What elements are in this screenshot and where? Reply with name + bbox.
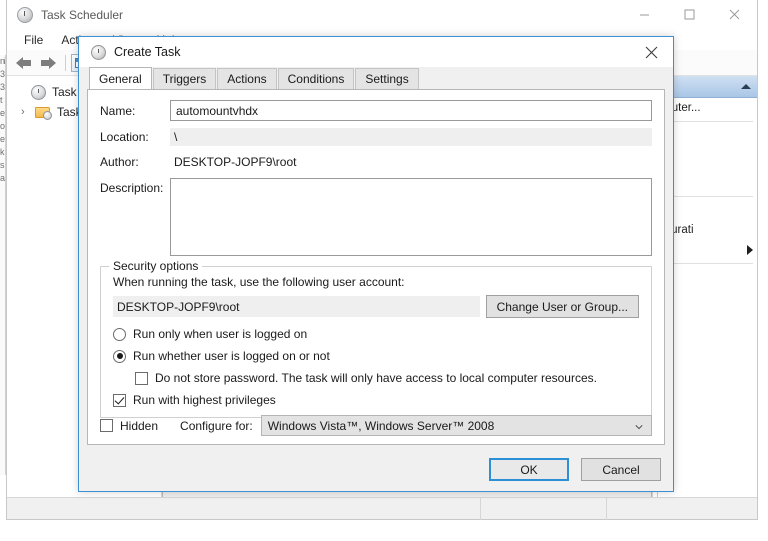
back-arrow-icon[interactable] xyxy=(12,52,36,74)
name-row: Name: automountvhdx xyxy=(100,100,652,121)
radio-label: Run only when user is logged on xyxy=(133,327,307,341)
location-row: Location: \ xyxy=(100,128,652,146)
forward-arrow-icon[interactable] xyxy=(36,52,60,74)
location-value: \ xyxy=(170,128,652,146)
checkbox-icon[interactable] xyxy=(135,372,148,385)
checkbox-hidden[interactable] xyxy=(100,419,113,432)
radio-run-only-when-logged-on[interactable]: Run only when user is logged on xyxy=(113,327,639,341)
arrow-right-icon xyxy=(747,245,753,255)
status-segment-end xyxy=(607,498,757,520)
security-options-title: Security options xyxy=(109,259,202,273)
tab-triggers[interactable]: Triggers xyxy=(153,68,217,89)
location-label: Location: xyxy=(100,130,170,144)
tab-general[interactable]: General xyxy=(89,67,152,89)
author-value: DESKTOP-JOPF9\root xyxy=(170,153,652,171)
dialog-titlebar: Create Task xyxy=(79,37,673,67)
window-controls xyxy=(622,0,757,29)
general-tab-panel: Name: automountvhdx Location: \ Author: … xyxy=(87,89,665,445)
clock-icon xyxy=(91,45,106,60)
chevron-right-icon[interactable]: › xyxy=(21,106,35,118)
dialog-tabs: General Triggers Actions Conditions Sett… xyxy=(79,67,673,89)
cancel-button[interactable]: Cancel xyxy=(581,458,661,481)
close-icon[interactable] xyxy=(629,37,673,67)
minimize-icon[interactable] xyxy=(622,0,667,29)
name-label: Name: xyxy=(100,104,170,118)
chevron-down-icon xyxy=(635,423,643,431)
sliver-text: ni 3 3 t e o e k s a xyxy=(0,55,5,185)
folder-clock-icon xyxy=(35,105,51,119)
configure-for-value: Windows Vista™, Windows Server™ 2008 xyxy=(268,419,495,433)
create-task-dialog: Create Task General Triggers Actions Con… xyxy=(78,36,674,492)
name-input[interactable]: automountvhdx xyxy=(170,100,652,121)
account-prompt: When running the task, use the following… xyxy=(113,275,639,289)
status-segment-main xyxy=(7,498,481,520)
tab-conditions[interactable]: Conditions xyxy=(278,68,355,89)
main-window-title: Task Scheduler xyxy=(41,8,123,22)
main-titlebar: Task Scheduler xyxy=(7,0,757,29)
configure-for-label: Configure for: xyxy=(180,419,253,433)
radio-icon-selected[interactable] xyxy=(113,350,126,363)
close-icon[interactable] xyxy=(712,0,757,29)
radio-run-whether-logged-on-or-not[interactable]: Run whether user is logged on or not xyxy=(113,349,639,363)
author-row: Author: DESKTOP-JOPF9\root xyxy=(100,153,652,171)
checkbox-run-with-highest-privileges[interactable]: Run with highest privileges xyxy=(113,393,639,407)
description-input[interactable] xyxy=(170,178,652,256)
checkbox-label: Run with highest privileges xyxy=(133,393,276,407)
radio-icon[interactable] xyxy=(113,328,126,341)
checkbox-icon-checked[interactable] xyxy=(113,394,126,407)
dialog-footer-row: Hidden Configure for: Windows Vista™, Wi… xyxy=(100,415,652,436)
account-row: DESKTOP-JOPF9\root Change User or Group.… xyxy=(113,295,639,318)
maximize-icon[interactable] xyxy=(667,0,712,29)
radio-label: Run whether user is logged on or not xyxy=(133,349,330,363)
clock-icon xyxy=(31,85,46,100)
dialog-title: Create Task xyxy=(114,45,180,59)
status-bar xyxy=(7,497,757,519)
author-label: Author: xyxy=(100,155,170,169)
description-row: Description: xyxy=(100,178,652,256)
status-segment-mid xyxy=(481,498,607,520)
checkbox-do-not-store-password[interactable]: Do not store password. The task will onl… xyxy=(113,371,639,385)
toolbar-separator xyxy=(65,55,66,71)
security-options-group: Security options When running the task, … xyxy=(100,266,652,418)
checkbox-label: Do not store password. The task will onl… xyxy=(155,371,597,385)
configure-for-select[interactable]: Windows Vista™, Windows Server™ 2008 xyxy=(261,415,652,436)
ok-button[interactable]: OK xyxy=(489,458,569,481)
change-user-or-group-button[interactable]: Change User or Group... xyxy=(486,295,639,318)
tab-actions[interactable]: Actions xyxy=(217,68,276,89)
menu-item-file[interactable]: File xyxy=(15,31,52,49)
description-label: Description: xyxy=(100,178,170,195)
user-account-field: DESKTOP-JOPF9\root xyxy=(113,296,480,317)
background-window-sliver: ni 3 3 t e o e k s a xyxy=(0,55,6,475)
dialog-action-buttons: OK Cancel xyxy=(489,458,661,481)
collapse-up-icon[interactable] xyxy=(741,84,751,89)
tab-settings[interactable]: Settings xyxy=(355,68,418,89)
clock-icon xyxy=(17,7,33,23)
hidden-label: Hidden xyxy=(120,419,158,433)
